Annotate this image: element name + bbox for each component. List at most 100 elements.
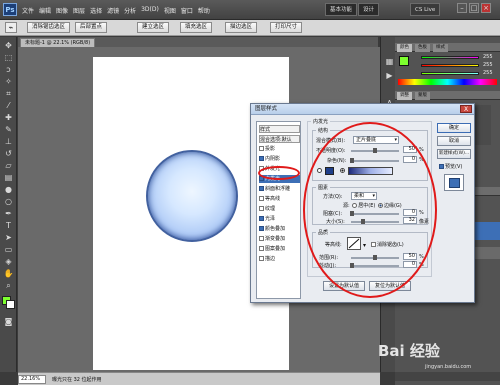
healing-brush-icon[interactable]: ✚ <box>3 113 14 123</box>
menu-item[interactable]: 帮助 <box>198 6 210 15</box>
path-select-icon[interactable]: ➤ <box>3 233 14 243</box>
new-style-button[interactable]: 新建样式(W)... <box>437 149 471 159</box>
brush-tool-icon[interactable]: ✎ <box>3 125 14 135</box>
stroke-selection-button[interactable]: 描边选区 <box>225 22 258 33</box>
layer-row[interactable] <box>475 247 500 259</box>
history-panel-icon[interactable]: ▦ <box>384 57 395 67</box>
menu-item[interactable]: 编辑 <box>39 6 51 15</box>
style-list-item[interactable]: 内阴影 <box>259 155 280 163</box>
red-slider[interactable] <box>421 56 479 59</box>
style-checkbox[interactable] <box>259 146 264 151</box>
maximize-icon[interactable]: □ <box>469 3 479 13</box>
design-button[interactable]: 设计 <box>358 3 380 16</box>
style-list-item[interactable]: 投影 <box>259 145 275 153</box>
tab-swatches[interactable]: 色板 <box>415 44 430 52</box>
pen-tool-icon[interactable]: ⌁ <box>5 22 17 33</box>
crop-tool-icon[interactable]: ⌗ <box>3 89 14 99</box>
glass-ball-layer <box>146 150 238 242</box>
foreground-color-swatch[interactable] <box>399 56 409 66</box>
zoom-tool-icon[interactable]: ⌕ <box>3 281 14 291</box>
blur-tool-icon[interactable]: ● <box>3 185 14 195</box>
print-size-button[interactable]: 打印尺寸 <box>270 22 303 33</box>
type-tool-icon[interactable]: T <box>3 221 14 231</box>
create-plane-button[interactable]: 后部置点 <box>75 22 108 33</box>
style-checkbox[interactable] <box>259 246 264 251</box>
style-checkbox[interactable] <box>259 206 264 211</box>
history-brush-icon[interactable]: ↺ <box>3 149 14 159</box>
gradient-tool-icon[interactable]: ▤ <box>3 173 14 183</box>
cancel-button[interactable]: 取消 <box>437 136 471 146</box>
magic-wand-icon[interactable]: ✧ <box>3 77 14 87</box>
layers-footer <box>395 372 500 381</box>
style-checkbox[interactable] <box>259 226 264 231</box>
style-list-item[interactable]: 等高线 <box>259 195 280 203</box>
cs-live-button[interactable]: CS Live <box>410 3 441 16</box>
lasso-tool-icon[interactable]: ↄ <box>3 65 14 75</box>
style-list-item[interactable]: 混合选项:默认 <box>259 135 300 143</box>
dodge-tool-icon[interactable]: ○ <box>3 197 14 207</box>
menu-item[interactable]: 图层 <box>73 6 85 15</box>
eraser-icon[interactable]: ▱ <box>3 161 14 171</box>
3d-rotate-icon[interactable]: ◈ <box>3 257 14 267</box>
style-list-item[interactable]: 样式 <box>259 125 300 133</box>
style-checkbox[interactable] <box>259 156 264 161</box>
tab-styles[interactable]: 样式 <box>433 44 448 52</box>
dialog-close-button[interactable]: X <box>460 105 472 113</box>
style-list-item[interactable]: 纹理 <box>259 205 275 213</box>
style-checkbox[interactable] <box>259 236 264 241</box>
style-list-item[interactable]: 光泽 <box>259 215 275 223</box>
document-tab[interactable]: 未标题-1 @ 22.1% (RGB/8) <box>20 38 96 47</box>
style-checkbox[interactable] <box>259 216 264 221</box>
hand-tool-icon[interactable]: ✋ <box>3 269 14 279</box>
preview-label: 预览(V) <box>445 164 463 170</box>
style-checkbox[interactable] <box>259 186 264 191</box>
menu-item[interactable]: 文件 <box>22 6 34 15</box>
shape-tool-icon[interactable]: ▭ <box>3 245 14 255</box>
menu-item[interactable]: 窗口 <box>181 6 193 15</box>
style-checkbox[interactable] <box>259 196 264 201</box>
menu-item[interactable]: 选择 <box>90 6 102 15</box>
background-color-swatch[interactable] <box>6 300 15 309</box>
ok-button[interactable]: 确定 <box>437 123 471 133</box>
blue-slider[interactable] <box>421 72 479 75</box>
move-tool-icon[interactable]: ✥ <box>3 41 14 51</box>
tab-masks[interactable]: 蒙版 <box>415 92 430 100</box>
close-icon[interactable]: × <box>481 3 491 13</box>
style-list-item[interactable]: 斜面和浮雕 <box>259 185 290 193</box>
quick-mask-icon[interactable]: ◙ <box>3 317 14 327</box>
refine-edge-button[interactable]: 消除锯齿选区 <box>27 22 71 33</box>
actions-panel-icon[interactable]: ▶ <box>384 71 395 81</box>
style-item-label: 图案叠加 <box>265 246 286 252</box>
color-spectrum-bar[interactable] <box>398 79 497 85</box>
style-list-item[interactable]: 描边 <box>259 255 275 263</box>
eyedropper-icon[interactable]: ⁄ <box>3 101 14 111</box>
menu-item[interactable]: 视图 <box>164 6 176 15</box>
pen-tool-icon[interactable]: ✒ <box>3 209 14 219</box>
fill-selection-button[interactable]: 填充选区 <box>180 22 213 33</box>
green-slider[interactable] <box>421 64 479 67</box>
color-panel-header: 颜色 色板 样式 <box>395 43 500 52</box>
photoshop-logo: Ps <box>3 3 17 16</box>
menu-item[interactable]: 3D(D) <box>141 6 159 15</box>
zoom-field[interactable]: 22.16% <box>18 375 46 384</box>
menu-item[interactable]: 图像 <box>56 6 68 15</box>
minimize-icon[interactable]: – <box>457 3 467 13</box>
marquee-tool-icon[interactable]: ⬚ <box>3 53 14 63</box>
selected-layer-row[interactable] <box>475 222 500 240</box>
green-value: 255 <box>483 62 493 68</box>
clone-stamp-icon[interactable]: ⊥ <box>3 137 14 147</box>
style-list-item[interactable]: 图案叠加 <box>259 245 285 253</box>
inner-glow-highlight-ring <box>258 166 300 180</box>
menu-bar: Ps 文件 编辑 图像 图层 选择 滤镜 分析 3D(D) 视图 窗口 帮助 基本功能 设计 CS … <box>0 0 500 20</box>
preview-checkbox[interactable] <box>439 164 444 169</box>
tab-adjustments[interactable]: 调整 <box>397 92 412 100</box>
style-checkbox[interactable] <box>259 256 264 261</box>
make-selection-button[interactable]: 建立选区 <box>137 22 170 33</box>
style-list-item[interactable]: 颜色叠加 <box>259 225 285 233</box>
menu-item[interactable]: 滤镜 <box>107 6 119 15</box>
style-list-item[interactable]: 渐变叠加 <box>259 235 285 243</box>
menu-item[interactable]: 分析 <box>124 6 136 15</box>
tab-color[interactable]: 颜色 <box>397 44 412 52</box>
status-bar: 22.16% 曝光只在 32 位起作用 <box>18 372 380 385</box>
workspace-button[interactable]: 基本功能 <box>325 3 358 16</box>
